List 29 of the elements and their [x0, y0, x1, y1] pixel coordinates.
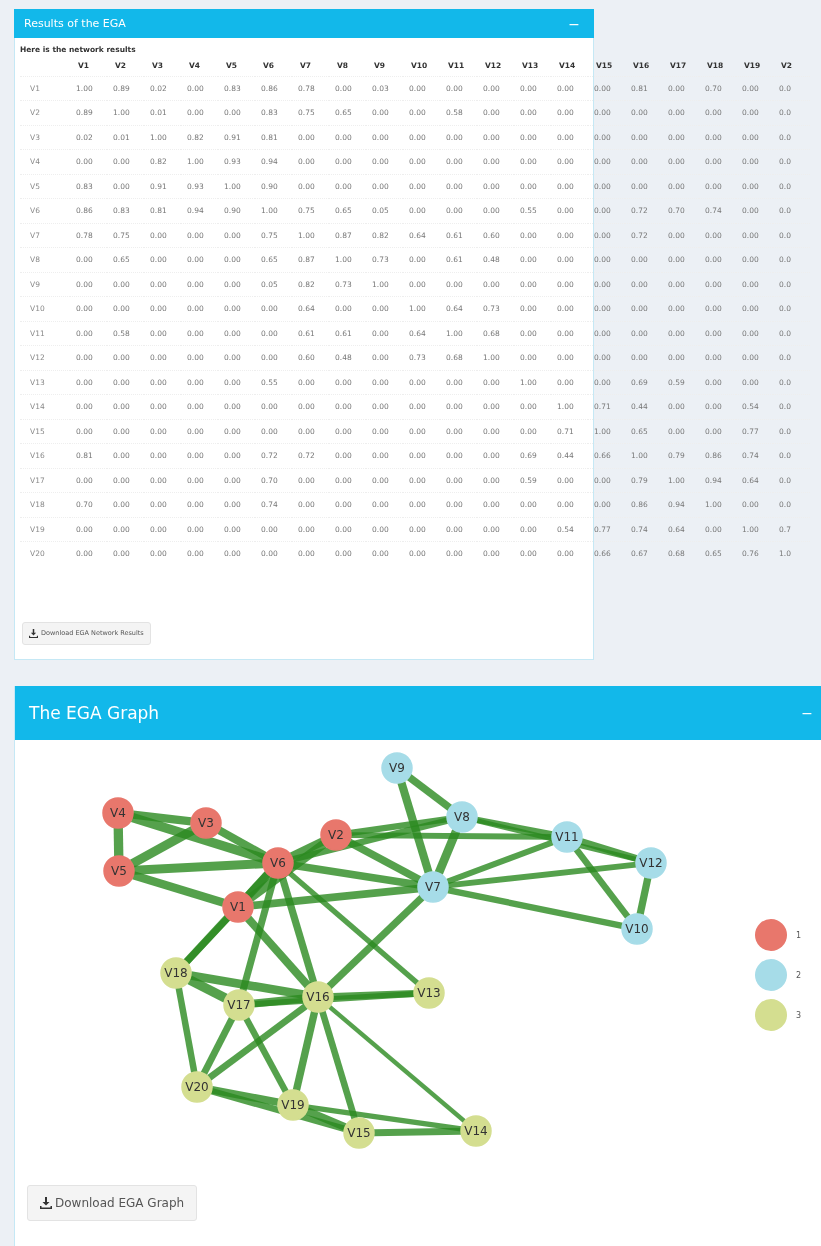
graph-node: V6 — [262, 847, 294, 879]
graph-node: V4 — [102, 797, 134, 829]
legend-label: 2 — [796, 971, 802, 980]
graph-node: V15 — [343, 1117, 375, 1149]
graph-node: V13 — [413, 977, 445, 1009]
legend-label: 3 — [796, 1011, 802, 1020]
graph-node: V2 — [320, 819, 352, 851]
graph-node: V1 — [222, 891, 254, 923]
graph-node: V9 — [381, 752, 413, 784]
legend-label: 1 — [796, 931, 802, 940]
download-button[interactable]: Download EGA Graph — [27, 1185, 198, 1221]
graph-node: V20 — [181, 1071, 213, 1103]
graph-node: V11 — [551, 821, 583, 853]
panel-title: The EGA Graph — [29, 703, 160, 723]
graph-node: V3 — [190, 807, 222, 839]
graph-node: V5 — [103, 855, 135, 887]
download-icon — [29, 628, 38, 638]
graph-node: V10 — [621, 913, 653, 945]
graph-node: V7 — [417, 871, 449, 903]
graph-node: V19 — [277, 1089, 309, 1121]
graph-node: V16 — [302, 981, 334, 1013]
download-icon — [40, 1197, 52, 1209]
graph-node: V17 — [223, 989, 255, 1021]
graph-node: V18 — [160, 957, 192, 989]
graph-node: V12 — [635, 847, 667, 879]
graph-node: V14 — [460, 1115, 492, 1147]
graph-node: V8 — [446, 801, 478, 833]
edge-line — [113, 827, 124, 857]
panel-title: Results of the EGA — [24, 17, 126, 30]
